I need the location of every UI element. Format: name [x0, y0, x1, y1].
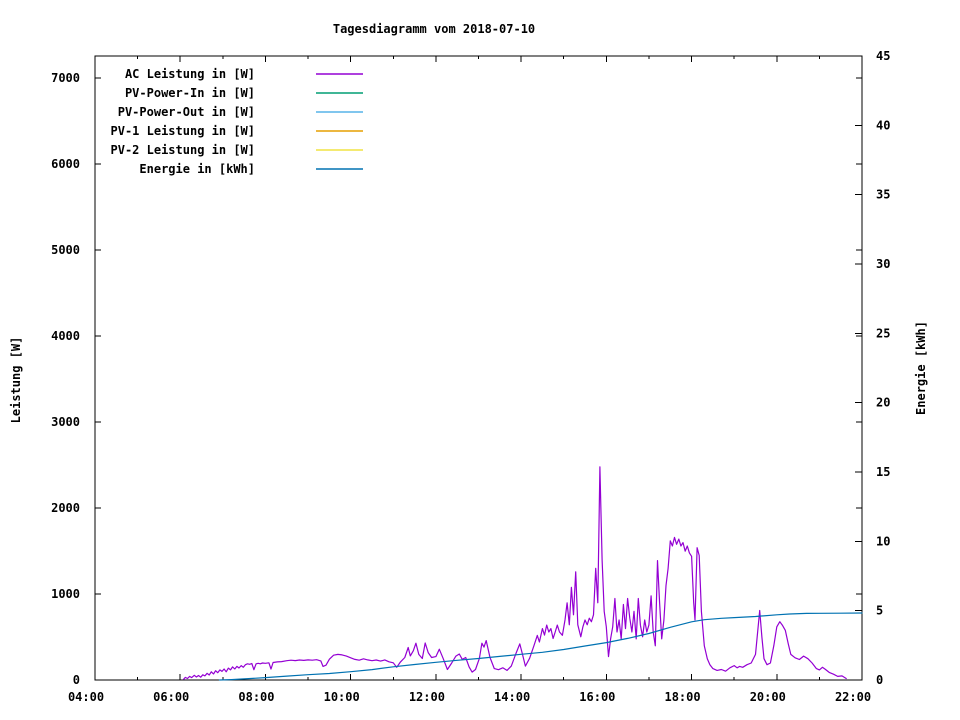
legend-label-pv1: PV-1 Leistung in [W]	[111, 124, 256, 138]
series-ac-leistung	[183, 466, 847, 680]
legend-label-energie: Energie in [kWh]	[139, 162, 255, 176]
y-right-tick-label: 25	[876, 326, 890, 340]
y-left-tick-label: 6000	[51, 157, 80, 171]
y-right-tick-label: 30	[876, 257, 890, 271]
x-tick-label: 20:00	[750, 690, 786, 704]
y-right-tick-label: 5	[876, 604, 883, 618]
x-tick-label: 14:00	[494, 690, 530, 704]
legend-label-pv-power-in: PV-Power-In in [W]	[125, 86, 255, 100]
x-tick-label: 10:00	[324, 690, 360, 704]
y-left-tick-label: 7000	[51, 71, 80, 85]
y-left-tick-label: 3000	[51, 415, 80, 429]
x-tick-label: 04:00	[68, 690, 104, 704]
y-right-tick-label: 15	[876, 465, 890, 479]
legend-label-ac: AC Leistung in [W]	[125, 67, 255, 81]
y-right-tick-label: 0	[876, 673, 883, 687]
x-tick-label: 22:00	[835, 690, 871, 704]
legend-label-pv2: PV-2 Leistung in [W]	[111, 143, 256, 157]
y-left-tick-label: 0	[73, 673, 80, 687]
y-left-tick-label: 2000	[51, 501, 80, 515]
plot-area: 04:00 06:00 08:00 10:00 12:00 14:00 16:00 18:00…	[51, 49, 890, 704]
x-tick-label: 06:00	[153, 690, 189, 704]
x-tick-label: 16:00	[579, 690, 615, 704]
x-tick-label: 18:00	[664, 690, 700, 704]
x-tick-label: 12:00	[409, 690, 445, 704]
y-right-tick-label: 35	[876, 188, 890, 202]
y-left-tick-label: 4000	[51, 329, 80, 343]
y-right-tick-label: 20	[876, 396, 890, 410]
x-tick-label: 08:00	[238, 690, 274, 704]
y-right-tick-label: 10	[876, 534, 890, 548]
series-energie	[218, 612, 863, 681]
chart-canvas: Tagesdiagramm vom 2018-07-10 Leistung [W…	[0, 0, 960, 720]
legend-label-pv-power-out: PV-Power-Out in [W]	[118, 105, 255, 119]
y-right-tick-label: 45	[876, 49, 890, 63]
y-left-tick-label: 5000	[51, 243, 80, 257]
y-right-tick-label: 40	[876, 118, 890, 132]
y-left-tick-label: 1000	[51, 587, 80, 601]
y-axis-right: 0 5 10 15 20 25 30 35 40 45	[855, 49, 890, 687]
legend: AC Leistung in [W] PV-Power-In in [W] PV-P…	[111, 67, 363, 176]
